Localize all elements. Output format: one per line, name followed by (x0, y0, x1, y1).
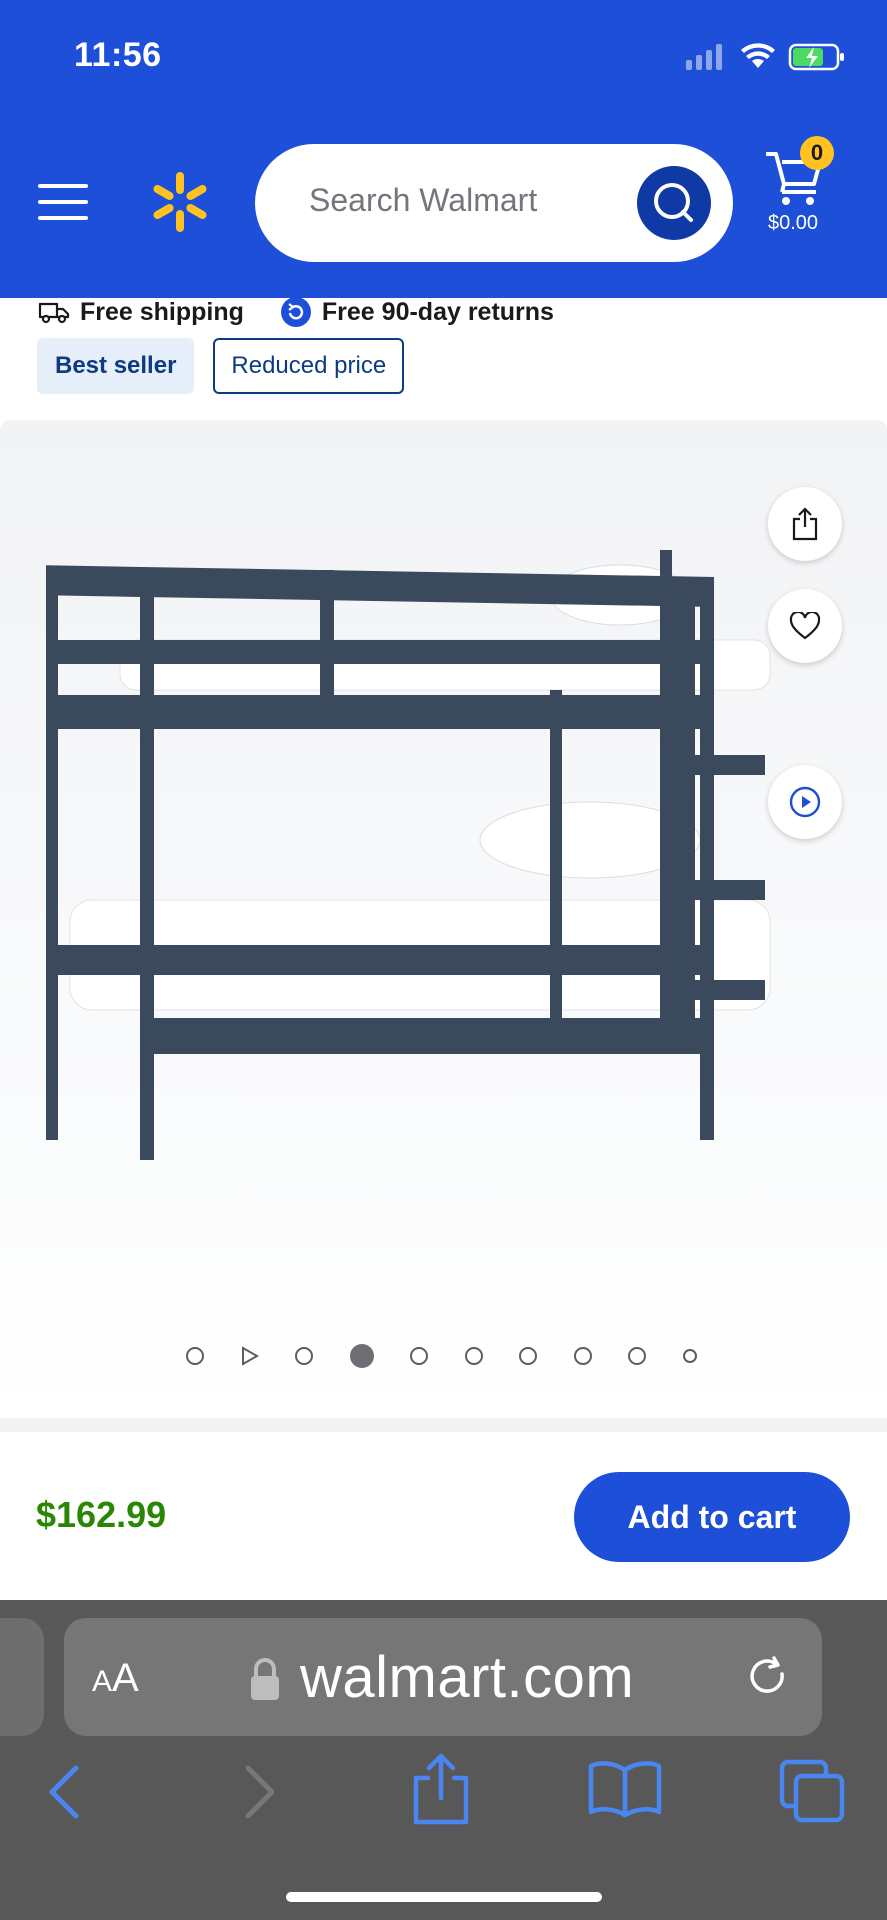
heart-icon (789, 612, 821, 640)
share-button[interactable] (768, 487, 842, 561)
address-bar[interactable]: AA walmart.com (64, 1618, 822, 1736)
add-to-cart-button[interactable]: Add to cart (574, 1472, 850, 1562)
tabs-icon[interactable] (779, 1759, 845, 1823)
play-circle-icon (789, 786, 821, 818)
home-indicator[interactable] (286, 1892, 602, 1902)
status-time: 11:56 (74, 36, 162, 74)
carousel-dot[interactable] (295, 1347, 313, 1365)
play-dot-icon[interactable] (241, 1346, 259, 1366)
previous-tab-peek[interactable] (0, 1618, 44, 1736)
url-text[interactable]: walmart.com (300, 1644, 634, 1711)
bookmarks-icon[interactable] (588, 1761, 662, 1818)
video-button[interactable] (768, 765, 842, 839)
perk-label: Free 90-day returns (321, 297, 554, 326)
browser-toolbar (49, 1753, 845, 1825)
reload-icon[interactable] (744, 1654, 794, 1704)
carousel-dot[interactable] (682, 1349, 697, 1363)
carousel-dot[interactable] (186, 1347, 204, 1365)
cart-button[interactable]: 0 $0.00 (760, 136, 870, 240)
product-price: $162.99 (36, 1494, 167, 1535)
carousel-dot[interactable] (628, 1347, 646, 1365)
aa-big-label: A (112, 1656, 139, 1700)
favorite-button[interactable] (768, 589, 842, 663)
forward-icon[interactable] (245, 1765, 275, 1819)
perk-label: Free shipping (80, 297, 244, 326)
back-icon[interactable] (49, 1765, 79, 1819)
section-divider (0, 1418, 887, 1432)
reader-settings-button[interactable]: AA (92, 1656, 139, 1701)
cart-count-badge: 0 (800, 136, 834, 170)
perks-strip: Free shipping Free 90-day returns (38, 296, 590, 328)
status-icons (686, 43, 844, 71)
share-icon (792, 507, 818, 541)
best-seller-badge: Best seller (37, 338, 195, 394)
perk-free-shipping: Free shipping (38, 298, 244, 327)
carousel-dot[interactable] (464, 1347, 483, 1365)
carousel-dot[interactable] (519, 1347, 537, 1365)
carousel-dot-active[interactable] (349, 1344, 374, 1368)
search-bar (255, 144, 733, 262)
aa-small-label: A (92, 1665, 113, 1698)
carousel-indicator (186, 1342, 733, 1370)
walmart-spark-logo[interactable] (148, 170, 212, 234)
reduced-price-badge: Reduced price (213, 338, 405, 394)
product-image[interactable] (30, 540, 850, 1160)
cart-total: $0.00 (768, 212, 819, 234)
perk-free-returns: Free 90-day returns (280, 296, 554, 328)
carousel-dot[interactable] (410, 1347, 428, 1365)
app-header: 11:56 Search Walmart 0 $0.00 (0, 0, 887, 298)
truck-icon (38, 302, 70, 324)
search-icon (654, 183, 693, 222)
menu-button[interactable] (38, 182, 88, 222)
product-gallery[interactable] (0, 420, 887, 1420)
search-button[interactable] (637, 166, 711, 240)
carousel-dot[interactable] (573, 1347, 592, 1365)
browser-chrome: AA walmart.com (0, 1600, 887, 1920)
return-icon (280, 297, 311, 327)
product-badges: Best seller Reduced price (37, 338, 405, 394)
share-sheet-icon[interactable] (413, 1753, 469, 1825)
lock-icon (251, 1658, 279, 1700)
search-input[interactable] (309, 182, 629, 219)
